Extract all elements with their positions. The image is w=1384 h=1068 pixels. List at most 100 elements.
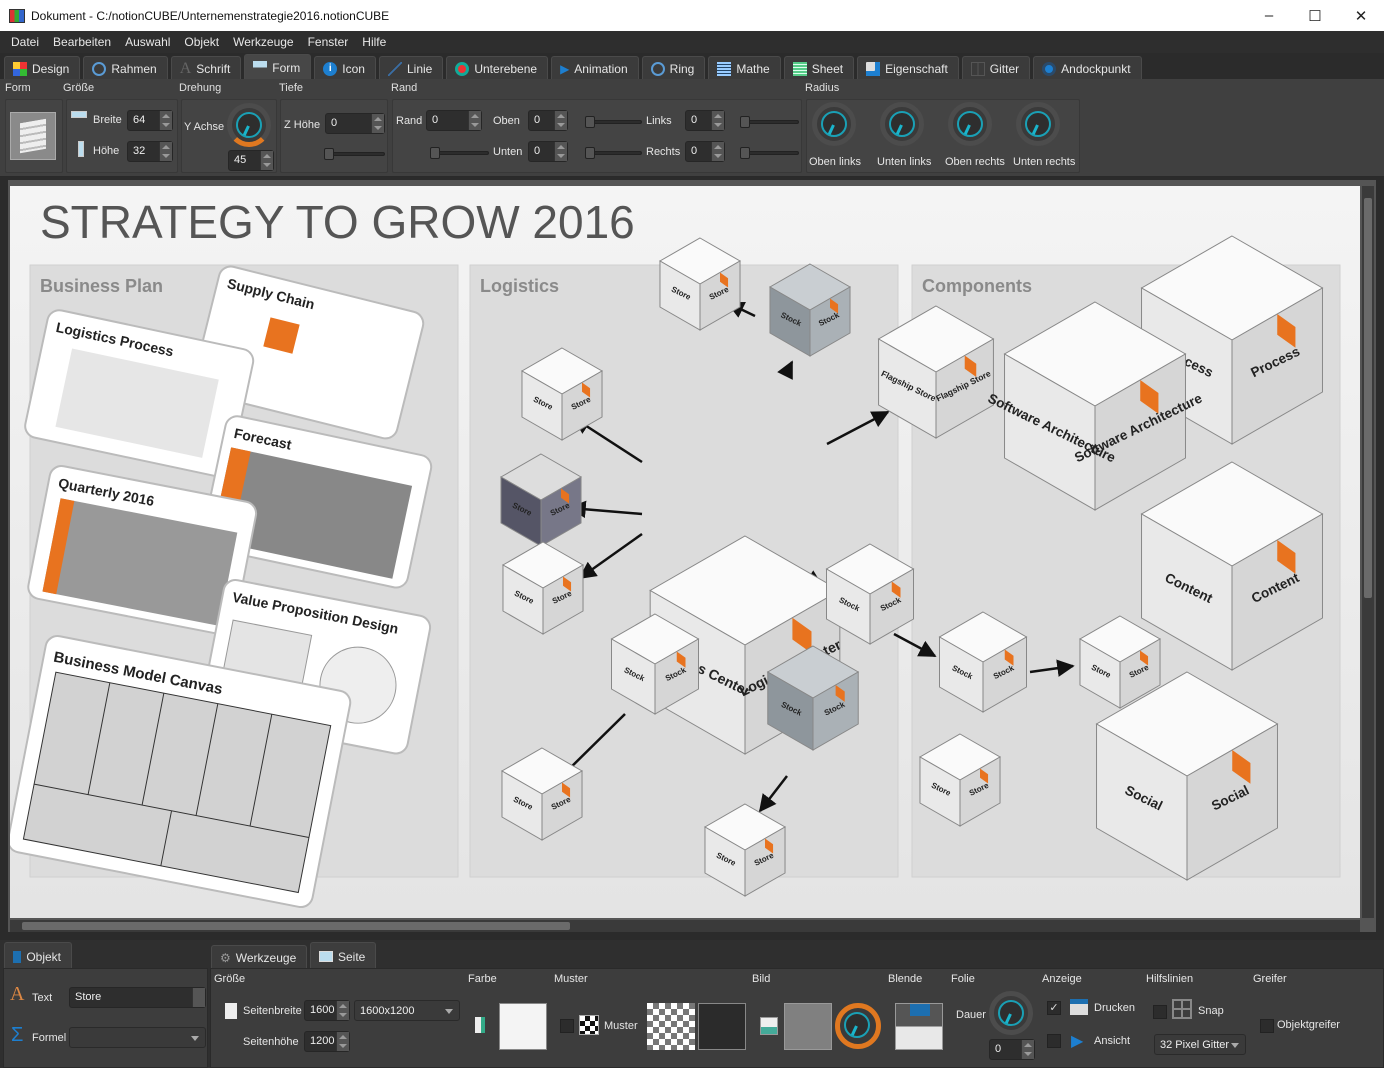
menu-auswahl[interactable]: Auswahl	[118, 35, 177, 49]
z-height-input[interactable]: 0	[325, 113, 385, 134]
gear-icon: ⚙	[220, 951, 231, 965]
menu-werkzeuge[interactable]: Werkzeuge	[226, 35, 300, 49]
document-canvas[interactable]: STRATEGY TO GROW 2016 Business Plan Logi…	[10, 186, 1360, 918]
text-input[interactable]: Store	[69, 987, 206, 1008]
grid-icon	[970, 61, 985, 76]
grid-size-dropdown[interactable]: 32 Pixel Gitter	[1154, 1034, 1246, 1055]
page-title: STRATEGY TO GROW 2016	[40, 196, 635, 248]
width-input[interactable]: 64	[127, 110, 173, 131]
info-icon: i	[323, 61, 338, 76]
image-opacity-knob[interactable]	[835, 1003, 881, 1049]
tab-animation[interactable]: ▶ Animation	[551, 56, 639, 80]
pattern-swatch[interactable]	[647, 1003, 695, 1050]
height-input[interactable]: 32	[127, 141, 173, 162]
pattern-icon	[579, 1015, 599, 1035]
tab-schrift[interactable]: A Schrift	[170, 56, 242, 80]
tab-werkzeuge[interactable]: ⚙ Werkzeuge	[211, 945, 308, 970]
section-color: Farbe	[468, 973, 497, 985]
tab-label: Objekt	[26, 949, 61, 964]
y-axis-label: Y Achse	[184, 121, 225, 133]
menu-fenster[interactable]: Fenster	[301, 35, 356, 49]
minimize-button[interactable]: –	[1246, 0, 1292, 31]
tab-seite[interactable]: Seite	[310, 942, 377, 970]
tab-objekt[interactable]: Objekt	[4, 942, 72, 970]
horizontal-scrollbar[interactable]	[10, 920, 1360, 932]
z-height-slider[interactable]	[324, 148, 385, 160]
radius-bottom-right-label: Unten rechts	[1013, 156, 1076, 168]
image-icon	[760, 1017, 778, 1035]
save-icon	[910, 1004, 930, 1016]
shape-preview-thumbnail[interactable]	[10, 112, 56, 160]
section-pattern: Muster	[554, 973, 588, 985]
printer-icon	[1070, 999, 1088, 1015]
bottom-slider[interactable]	[585, 147, 642, 159]
tab-design[interactable]: Design	[4, 56, 81, 80]
menu-bar: Datei Bearbeiten Auswahl Objekt Werkzeug…	[0, 31, 1384, 53]
tab-form[interactable]: Form	[244, 54, 312, 80]
y-axis-input[interactable]: 45	[228, 150, 274, 171]
radius-bottom-right-knob[interactable]	[1016, 102, 1060, 146]
print-checkbox[interactable]: ✓	[1047, 1001, 1061, 1015]
snap-checkbox[interactable]	[1153, 1005, 1167, 1019]
radius-group: Oben links Unten links Oben rechts Unten…	[806, 99, 1080, 173]
pattern-color-swatch[interactable]	[698, 1003, 746, 1050]
duration-input[interactable]: 0	[989, 1039, 1035, 1060]
cube-shape-icon	[20, 118, 46, 154]
formula-dropdown[interactable]	[69, 1027, 206, 1048]
left-slider[interactable]	[740, 116, 799, 128]
radius-top-left-knob[interactable]	[812, 102, 856, 146]
tab-icon[interactable]: i Icon	[314, 56, 376, 80]
tab-andockpunkt[interactable]: Andockpunkt	[1033, 56, 1142, 80]
menu-hilfe[interactable]: Hilfe	[355, 35, 393, 49]
close-button[interactable]: ✕	[1338, 0, 1384, 31]
size-group: Breite 64 Höhe 32	[66, 99, 178, 173]
menu-bearbeiten[interactable]: Bearbeiten	[46, 35, 118, 49]
radius-bottom-left-label: Unten links	[877, 156, 932, 168]
menu-datei[interactable]: Datei	[4, 35, 46, 49]
palette-icon	[13, 61, 27, 76]
radius-bottom-left-knob[interactable]	[880, 102, 924, 146]
tab-label: Icon	[342, 61, 365, 76]
right-input[interactable]: 0	[685, 141, 725, 162]
menu-objekt[interactable]: Objekt	[177, 35, 226, 49]
tab-ring[interactable]: Ring	[641, 56, 706, 80]
tab-unterebene[interactable]: Unterebene	[446, 56, 549, 80]
app-icon	[9, 8, 25, 23]
left-input[interactable]: 0	[685, 110, 725, 131]
blend-swatch[interactable]	[895, 1003, 943, 1050]
border-slider[interactable]	[430, 147, 489, 159]
duration-knob[interactable]	[989, 991, 1033, 1035]
tab-label: Andockpunkt	[1061, 61, 1131, 76]
border-label: Rand	[396, 115, 423, 127]
tab-mathe[interactable]: Mathe	[708, 56, 781, 80]
height-icon	[78, 141, 84, 157]
top-slider[interactable]	[585, 116, 642, 128]
image-swatch[interactable]	[784, 1003, 832, 1050]
bottom-input[interactable]: 0	[528, 141, 568, 162]
tab-rahmen[interactable]: Rahmen	[83, 56, 168, 80]
tab-linie[interactable]: Linie	[378, 56, 444, 80]
radius-top-right-knob[interactable]	[948, 102, 992, 146]
ribbon-tabs: Design Rahmen A Schrift Form i Icon Linie …	[4, 54, 1145, 80]
tab-sheet[interactable]: Sheet	[783, 56, 855, 80]
font-icon: A	[179, 59, 192, 77]
right-slider[interactable]	[740, 147, 799, 159]
text-label: Text	[32, 992, 53, 1004]
pattern-checkbox[interactable]	[560, 1019, 574, 1033]
view-checkbox[interactable]	[1047, 1034, 1061, 1048]
page-preset-dropdown[interactable]: 1600x1200	[354, 1000, 460, 1021]
tab-eigenschaft[interactable]: Eigenschaft	[857, 56, 959, 80]
line-icon	[387, 61, 402, 76]
vertical-scrollbar[interactable]	[1362, 186, 1374, 918]
y-axis-knob[interactable]	[227, 103, 271, 147]
top-input[interactable]: 0	[528, 110, 568, 131]
grid-icon	[1172, 999, 1192, 1019]
page-color-swatch[interactable]	[499, 1003, 547, 1050]
sheet-icon	[792, 61, 807, 76]
object-snap-checkbox[interactable]	[1260, 1019, 1274, 1033]
border-input[interactable]: 0	[426, 110, 482, 131]
tab-gitter[interactable]: Gitter	[961, 56, 1031, 80]
maximize-button[interactable]: ☐	[1292, 0, 1338, 31]
page-height-input[interactable]: 1200	[304, 1031, 350, 1052]
page-width-input[interactable]: 1600	[304, 1000, 350, 1021]
